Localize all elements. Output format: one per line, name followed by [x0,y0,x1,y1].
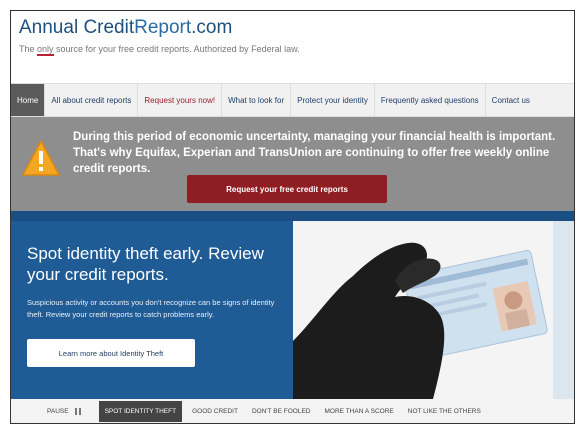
nav-item-contact-us[interactable]: Contact us [486,84,536,116]
hero-image [293,221,553,399]
tagline-only: only [37,44,54,56]
site-header: Annual CreditReport.com The only source … [11,11,574,83]
site-logo[interactable]: Annual CreditReport.com [19,17,232,39]
alert-banner: During this period of economic uncertain… [11,117,574,211]
nav-item-protect-your-identity[interactable]: Protect your identity [291,84,375,116]
hero-title: Spot identity theft early. Review your c… [27,244,264,284]
learn-more-identity-theft-button[interactable]: Learn more about Identity Theft [27,339,195,367]
slider-tab-more-than-a-score[interactable]: MORE THAN A SCORE [325,408,394,415]
hero-text-panel: Spot identity theft early. Review your c… [11,221,293,399]
logo-text-report: Report [134,17,192,38]
warning-icon [21,139,61,176]
gloved-hand-id-card-illustration [293,221,553,399]
nav-item-faq[interactable]: Frequently asked questions [375,84,486,116]
nav-item-request-yours-now[interactable]: Request yours now! [138,84,223,116]
browser-frame: Annual CreditReport.com The only source … [10,10,575,424]
hero-slide: Spot identity theft early. Review your c… [11,211,574,399]
nav-item-what-to-look-for[interactable]: What to look for [222,84,292,116]
slider-tab-spot-identity-theft[interactable]: SPOT IDENTITY THEFT [98,400,183,422]
slider-tab-dont-be-fooled[interactable]: DON'T BE FOOLED [252,408,311,415]
hero-subtitle: Suspicious activity or accounts you don'… [27,298,275,319]
request-free-reports-button[interactable]: Request your free credit reports [187,175,387,203]
slider-tab-good-credit[interactable]: GOOD CREDIT [192,408,238,415]
pause-button[interactable]: PAUSE [47,407,81,415]
site-tagline: The only source for your free credit rep… [19,44,300,56]
banner-text: During this period of economic uncertain… [73,131,556,175]
slider-tab-not-like-the-others[interactable]: NOT LIKE THE OTHERS [408,408,481,415]
logo-text-com: .com [191,17,233,38]
next-slide-preview [553,221,574,399]
tagline-post: source for your free credit reports. Aut… [53,44,300,54]
logo-text-annual: Annual Credit [19,17,135,38]
main-nav: Home All about credit reports Request yo… [11,83,574,117]
nav-item-all-about-credit-reports[interactable]: All about credit reports [45,84,139,116]
slider-controls: PAUSE SPOT IDENTITY THEFT GOOD CREDIT DO… [11,399,574,423]
pause-label: PAUSE [47,407,69,415]
pause-icon [74,407,81,415]
tagline-pre: The [19,44,38,54]
nav-item-home[interactable]: Home [11,84,46,116]
